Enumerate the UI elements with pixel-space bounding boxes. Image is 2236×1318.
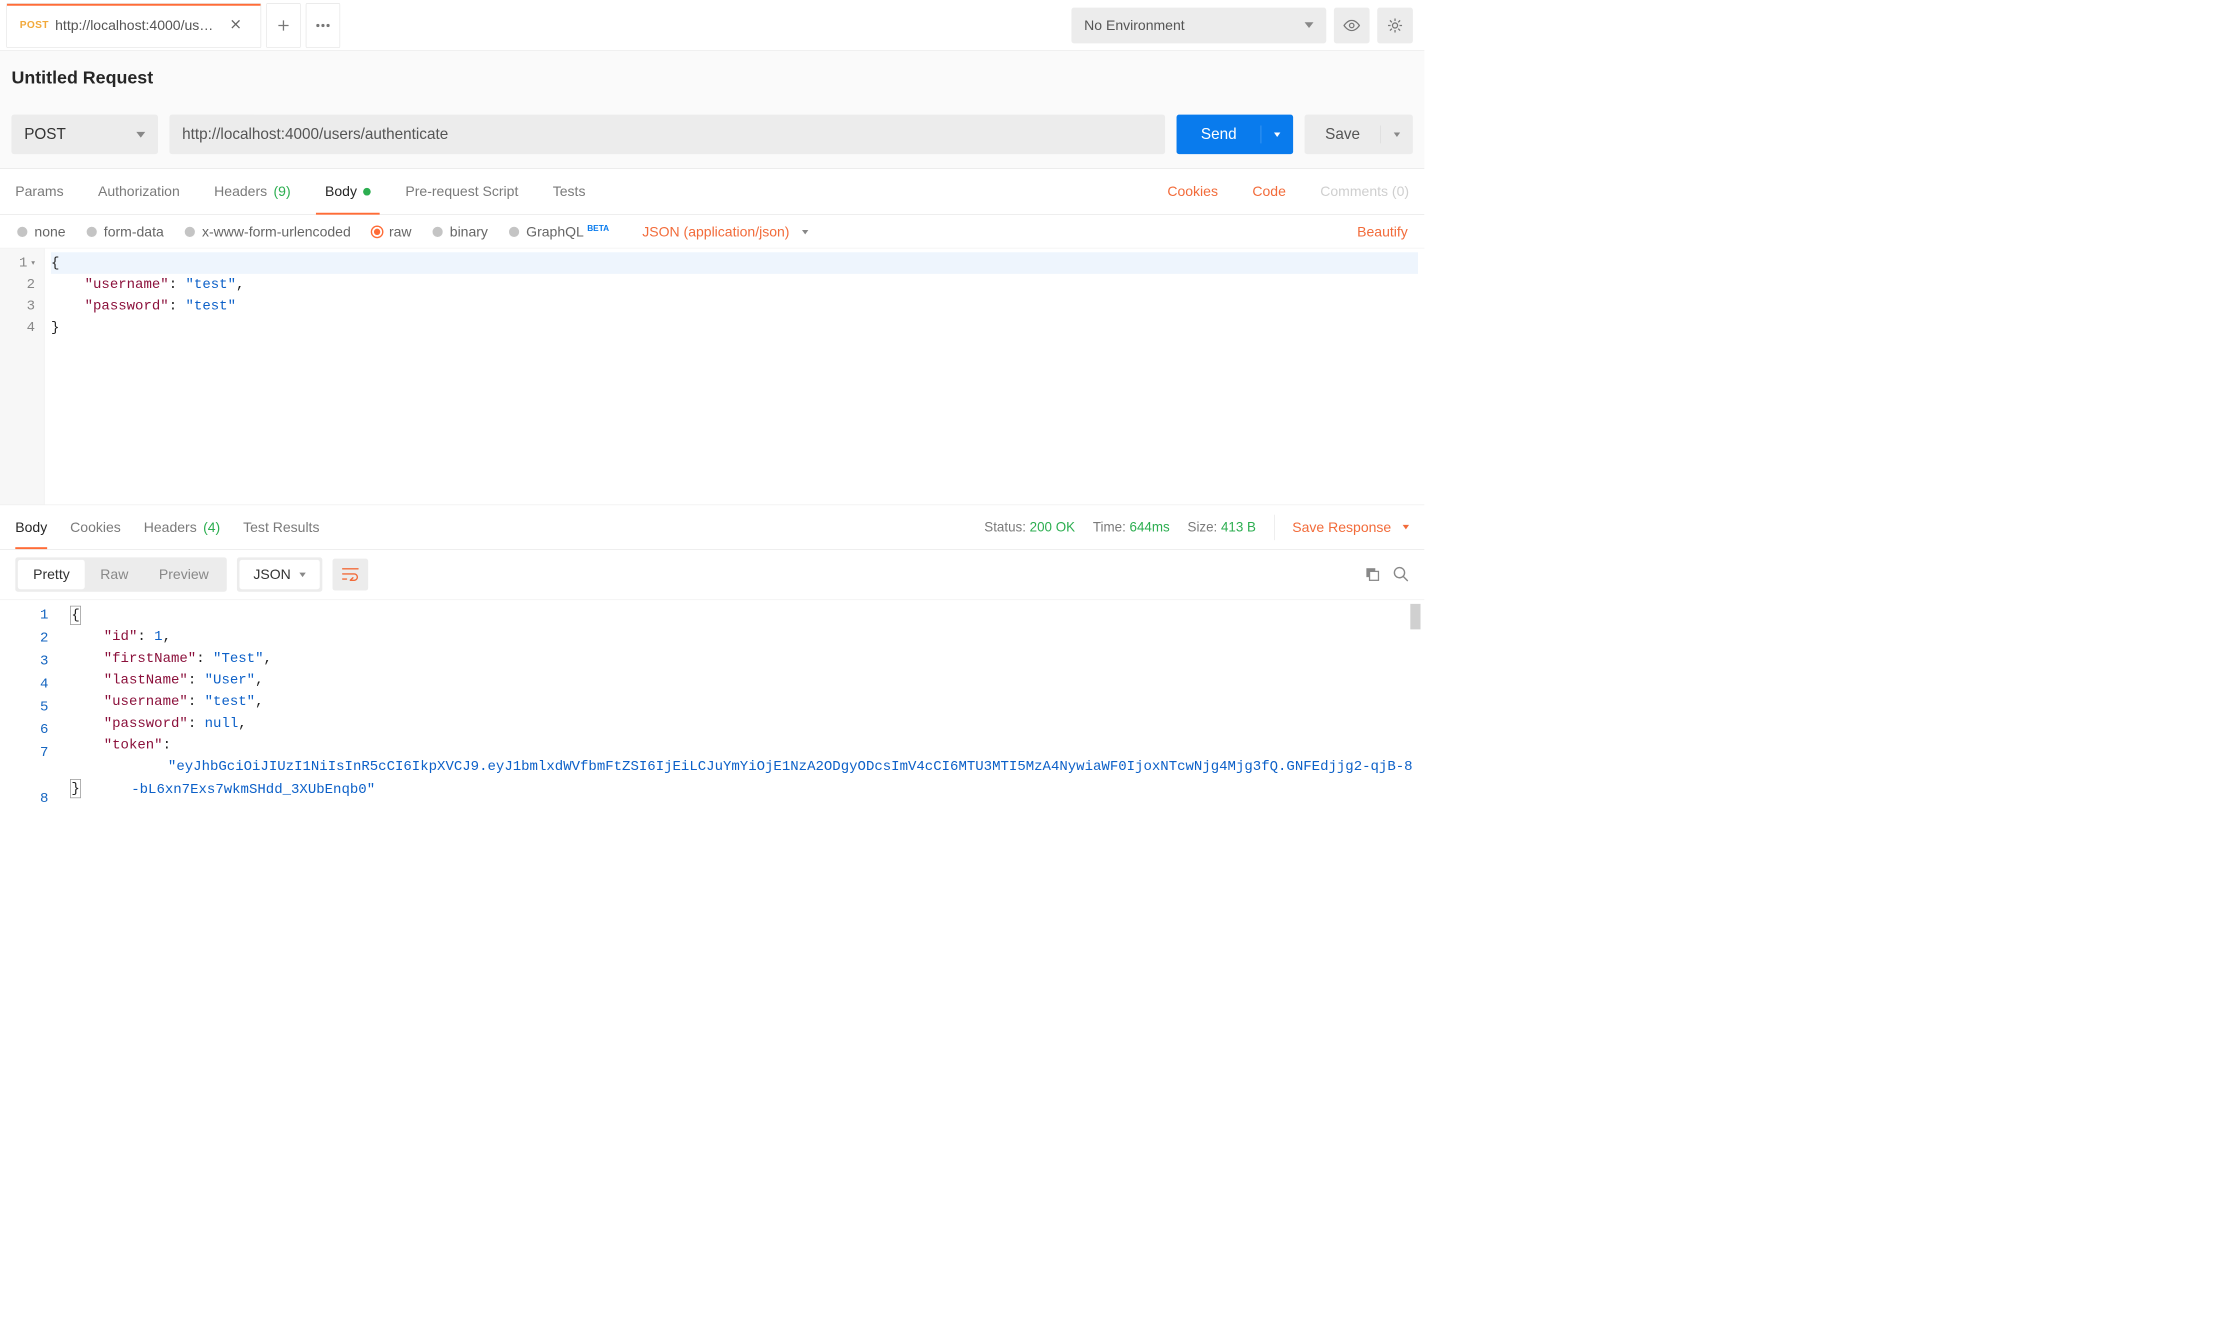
wrap-icon [342, 567, 360, 583]
response-format-value: JSON [253, 567, 290, 584]
view-raw[interactable]: Raw [85, 560, 144, 589]
request-tab[interactable]: POST http://localhost:4000/users/a… [6, 3, 261, 48]
request-title[interactable]: Untitled Request [0, 51, 1424, 102]
line-wrap-toggle[interactable] [333, 559, 369, 591]
settings-button[interactable] [1377, 7, 1413, 43]
tab-headers-count: (9) [274, 183, 291, 200]
tab-url: http://localhost:4000/users/a… [55, 17, 221, 34]
tab-prerequest[interactable]: Pre-request Script [405, 169, 518, 214]
gear-icon [1387, 17, 1404, 34]
tab-authorization[interactable]: Authorization [98, 169, 180, 214]
environment-dropdown[interactable]: No Environment [1071, 7, 1326, 43]
response-tab-test-results[interactable]: Test Results [243, 506, 319, 548]
status-label: Status: [984, 520, 1026, 535]
response-tab-headers-label: Headers [144, 519, 197, 536]
copy-response-button[interactable] [1364, 566, 1379, 583]
body-type-form-data[interactable]: form-data [86, 224, 164, 241]
body-type-urlencoded[interactable]: x-www-form-urlencoded [184, 224, 351, 241]
body-type-graphql[interactable]: GraphQL BETA [508, 224, 609, 241]
content-type-value: JSON (application/json) [642, 224, 789, 241]
search-response-button[interactable] [1392, 566, 1409, 584]
response-body-viewer[interactable]: 1 2 3 4 5 6 7 8 { "id": 1, "firstName": … [0, 600, 1424, 842]
tab-body[interactable]: Body [325, 169, 371, 214]
status-value: 200 OK [1030, 520, 1075, 535]
code-link[interactable]: Code [1252, 183, 1286, 200]
save-response-button[interactable]: Save Response [1292, 519, 1409, 536]
body-indicator-dot [363, 188, 371, 196]
body-type-raw[interactable]: raw [371, 224, 411, 241]
fold-toggle-icon[interactable]: ▾ [31, 252, 35, 274]
chevron-down-icon [300, 573, 306, 577]
tab-tests[interactable]: Tests [553, 169, 586, 214]
search-icon [1392, 574, 1409, 584]
send-button[interactable]: Send [1177, 115, 1294, 154]
chevron-down-icon [1403, 525, 1409, 529]
body-type-binary[interactable]: binary [432, 224, 488, 241]
size-value: 413 B [1221, 520, 1256, 535]
environment-selected: No Environment [1084, 17, 1184, 34]
comments-link[interactable]: Comments (0) [1320, 183, 1409, 200]
save-button-label: Save [1305, 125, 1381, 143]
beautify-button[interactable]: Beautify [1357, 224, 1408, 241]
time-value: 644ms [1130, 520, 1170, 535]
response-code[interactable]: { "id": 1, "firstName": "Test", "lastNam… [64, 600, 1425, 841]
tab-headers-label: Headers [214, 183, 267, 200]
time-label: Time: [1093, 520, 1126, 535]
environment-preview-button[interactable] [1334, 7, 1370, 43]
copy-icon [1364, 573, 1379, 583]
send-button-label: Send [1177, 125, 1262, 143]
content-type-dropdown[interactable]: JSON (application/json) [642, 224, 808, 241]
view-preview[interactable]: Preview [144, 560, 224, 589]
response-tab-body[interactable]: Body [15, 506, 47, 548]
chevron-down-icon [1274, 132, 1280, 136]
response-tab-cookies[interactable]: Cookies [70, 506, 121, 548]
save-options-dropdown[interactable] [1381, 132, 1413, 136]
new-tab-button[interactable] [266, 3, 300, 48]
graphql-beta-badge: BETA [587, 224, 609, 234]
send-options-dropdown[interactable] [1261, 132, 1293, 136]
response-tab-headers-count: (4) [203, 519, 220, 536]
eye-icon [1343, 19, 1361, 30]
view-pretty[interactable]: Pretty [18, 560, 85, 589]
response-view-mode[interactable]: Pretty Raw Preview [15, 558, 226, 592]
tab-params[interactable]: Params [15, 169, 63, 214]
http-method-dropdown[interactable]: POST [11, 115, 158, 154]
http-method-value: POST [24, 125, 66, 143]
chevron-down-icon [136, 132, 145, 138]
response-format-dropdown[interactable]: JSON [237, 558, 323, 592]
scrollbar[interactable] [1410, 604, 1420, 629]
response-gutter: 1 2 3 4 5 6 7 8 [0, 600, 64, 841]
divider [1274, 515, 1275, 540]
tab-method-badge: POST [20, 19, 49, 30]
editor-content[interactable]: { "username": "test", "password": "test"… [45, 249, 1425, 505]
tab-headers[interactable]: Headers (9) [214, 169, 290, 214]
request-body-editor[interactable]: 1▾ 2 3 4 { "username": "test", "password… [0, 249, 1424, 506]
editor-gutter: 1▾ 2 3 4 [0, 249, 45, 505]
chevron-down-icon [1394, 132, 1400, 136]
cookies-link[interactable]: Cookies [1167, 183, 1218, 200]
request-url-input[interactable] [169, 115, 1165, 154]
chevron-down-icon [1305, 22, 1314, 28]
save-button[interactable]: Save [1305, 115, 1413, 154]
response-tab-headers[interactable]: Headers (4) [144, 506, 220, 548]
tab-body-label: Body [325, 183, 357, 200]
close-tab-icon[interactable] [230, 17, 241, 34]
size-label: Size: [1188, 520, 1218, 535]
chevron-down-icon [802, 230, 808, 234]
tab-overflow-button[interactable] [305, 3, 339, 48]
body-type-none[interactable]: none [17, 224, 66, 241]
